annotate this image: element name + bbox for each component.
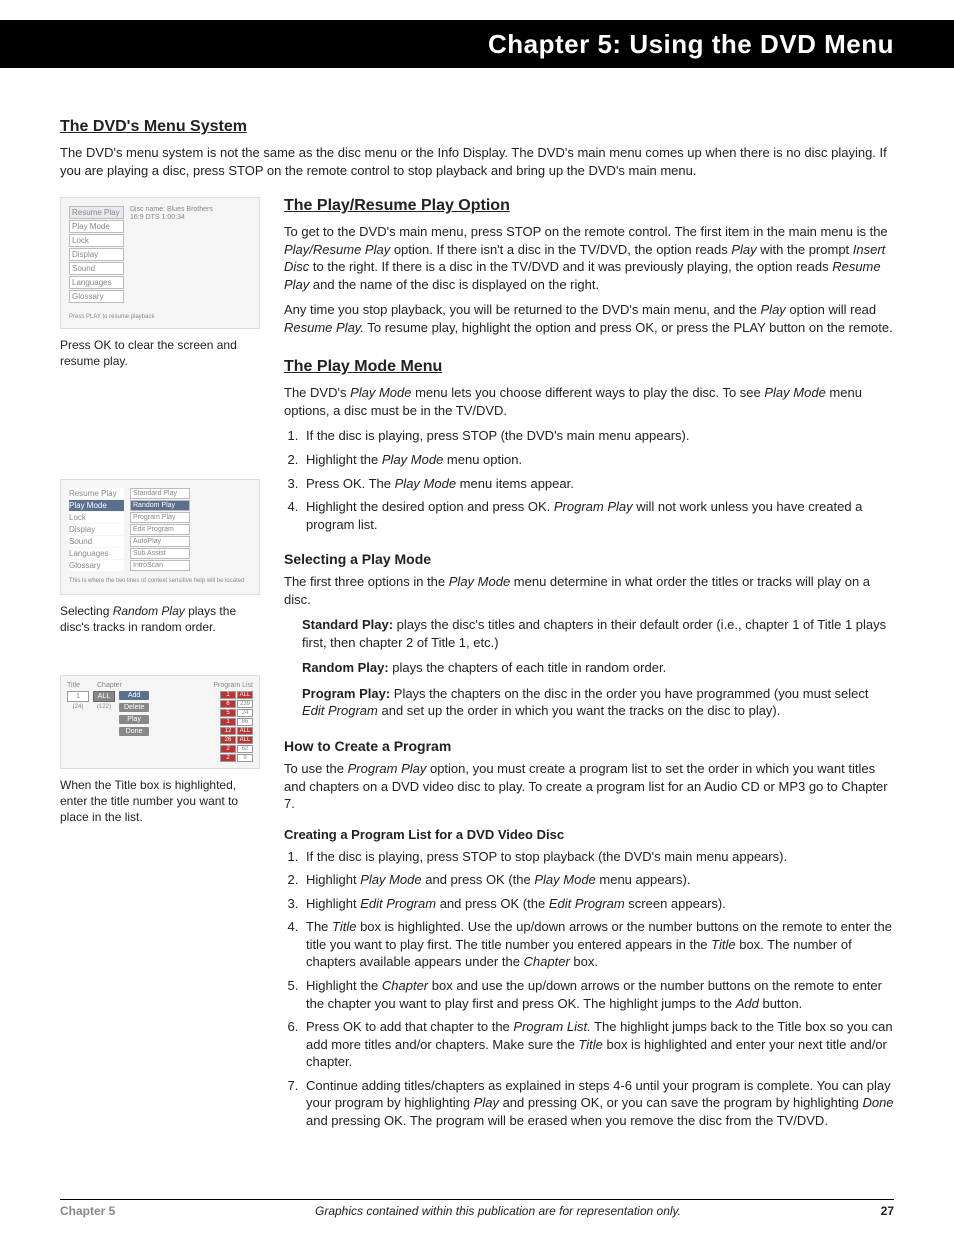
fig3-chapter-box: ALL [93, 691, 115, 702]
section-play-mode-title: The Play Mode Menu [284, 358, 894, 376]
step: If the disc is playing, press STOP (the … [302, 427, 894, 445]
fig2-left-item: Lock [69, 512, 124, 523]
random-play-desc: Random Play: plays the chapters of each … [302, 659, 894, 677]
fig2-left-item: Sound [69, 536, 124, 547]
step: Continue adding titles/chapters as expla… [302, 1077, 894, 1130]
figure-play-mode-menu: Resume Play Play Mode Lock Display Sound… [60, 479, 260, 594]
fig3-done-button: Done [119, 727, 149, 736]
fig3-program-list: 1ALL 6239 524 186 12ALL 26ALL 262 29 [220, 691, 253, 762]
subsection-create-program-title: How to Create a Program [284, 738, 894, 754]
section3-steps: If the disc is playing, press STOP (the … [284, 427, 894, 533]
fig3-chapter-count: (122) [93, 704, 115, 710]
subsection-selecting-playmode-title: Selecting a Play Mode [284, 551, 894, 567]
fig2-left-item: Display [69, 524, 124, 535]
fig3-chapter-label: Chapter [97, 682, 123, 689]
fig2-right-item: Sub Assist [130, 548, 190, 559]
fig1-menu-item: Display [69, 248, 124, 261]
section2-p1: To get to the DVD's main menu, press STO… [284, 223, 894, 293]
fig3-title-label: Title [67, 682, 93, 689]
section-play-resume-title: The Play/Resume Play Option [284, 197, 894, 215]
fig3-title-box: 1 [67, 691, 89, 702]
fig2-right-item: IntroScan [130, 560, 190, 571]
step: Highlight Edit Program and press OK (the… [302, 895, 894, 913]
fig3-play-button: Play [119, 715, 149, 724]
fig1-disc-info: 16:9 DTS 1:00:34 [130, 214, 213, 222]
fig2-left-item: Glossary [69, 560, 124, 571]
figure-program-list: Title Chapter Program List 1 (24) ALL (1… [60, 675, 260, 769]
fig2-right-item: Standard Play [130, 488, 190, 499]
fig3-title-count: (24) [67, 704, 89, 710]
fig1-menu-item: Languages [69, 276, 124, 289]
fig2-left-item: Play Mode [69, 500, 124, 511]
section5-p1: To use the Program Play option, you must… [284, 760, 894, 813]
fig1-menu-item: Play Mode [69, 220, 124, 233]
section4-p1: The first three options in the Play Mode… [284, 573, 894, 608]
step: Press OK to add that chapter to the Prog… [302, 1018, 894, 1071]
subsection-create-program-list-title: Creating a Program List for a DVD Video … [284, 827, 894, 842]
footer-chapter: Chapter 5 [60, 1204, 115, 1218]
fig2-right-item: AutoPlay [130, 536, 190, 547]
fig3-programlist-label: Program List [213, 682, 253, 689]
section6-steps: If the disc is playing, press STOP to st… [284, 848, 894, 1130]
step: The Title box is highlighted. Use the up… [302, 918, 894, 971]
program-play-desc: Program Play: Plays the chapters on the … [302, 685, 894, 720]
fig2-right-item: Edit Program [130, 524, 190, 535]
figure-main-menu: Resume Play Play Mode Lock Display Sound… [60, 197, 260, 329]
section2-p2: Any time you stop playback, you will be … [284, 301, 894, 336]
figure3-caption: When the Title box is highlighted, enter… [60, 777, 260, 826]
step: Highlight the Chapter box and use the up… [302, 977, 894, 1012]
footer-disclaimer: Graphics contained within this publicati… [115, 1204, 880, 1218]
page: Chapter 5: Using the DVD Menu The DVD's … [0, 0, 954, 1238]
fig1-menu-item: Glossary [69, 290, 124, 303]
fig2-right-item: Program Play [130, 512, 190, 523]
fig1-disc-name: Disc name: Blues Brothers [130, 206, 213, 214]
fig3-add-button: Add [119, 691, 149, 700]
step: Press OK. The Play Mode menu items appea… [302, 475, 894, 493]
fig2-right-item: Random Play [130, 500, 190, 511]
fig1-menu-item: Lock [69, 234, 124, 247]
figure2-caption: Selecting Random Play plays the disc's t… [60, 603, 260, 635]
chapter-title: Chapter 5: Using the DVD Menu [488, 29, 894, 60]
fig3-delete-button: Delete [119, 703, 149, 712]
fig2-left-item: Resume Play [69, 488, 124, 499]
step: Highlight Play Mode and press OK (the Pl… [302, 871, 894, 889]
step: Highlight the Play Mode menu option. [302, 451, 894, 469]
fig1-menu-item: Sound [69, 262, 124, 275]
step: Highlight the desired option and press O… [302, 498, 894, 533]
fig2-left-item: Languages [69, 548, 124, 559]
standard-play-desc: Standard Play: plays the disc's titles a… [302, 616, 894, 651]
fig2-footer: This is where the two lines of context s… [69, 578, 251, 585]
section3-p1: The DVD's Play Mode menu lets you choose… [284, 384, 894, 419]
fig1-footer: Press PLAY to resume playback [69, 314, 251, 320]
figure1-caption: Press OK to clear the screen and resume … [60, 337, 260, 369]
footer-page-number: 27 [881, 1204, 894, 1218]
section-dvd-menu-system-title: The DVD's Menu System [60, 118, 894, 136]
fig1-menu-item: Resume Play [69, 206, 124, 219]
section1-paragraph: The DVD's menu system is not the same as… [60, 144, 894, 179]
page-footer: Chapter 5 Graphics contained within this… [60, 1199, 894, 1218]
step: If the disc is playing, press STOP to st… [302, 848, 894, 866]
chapter-header: Chapter 5: Using the DVD Menu [0, 20, 954, 68]
